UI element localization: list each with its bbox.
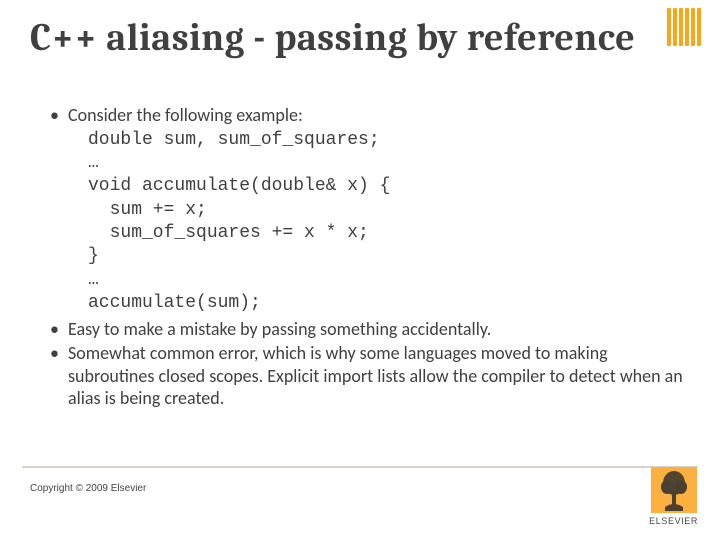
accent-bar [667, 8, 671, 46]
slide-body: Consider the following example: double s… [48, 104, 690, 412]
accent-bar [679, 8, 683, 46]
publisher-name: ELSEVIER [649, 516, 698, 526]
accent-bars [667, 8, 701, 46]
bullet-item: Somewhat common error, which is why some… [48, 342, 690, 410]
bullet-text: Easy to make a mistake by passing someth… [68, 318, 491, 340]
accent-bar [691, 8, 695, 46]
bullet-list: Consider the following example: [48, 104, 690, 127]
bullet-text: Consider the following example: [68, 104, 303, 126]
accent-bar [685, 8, 689, 46]
bullet-item: Easy to make a mistake by passing someth… [48, 318, 690, 341]
publisher-logo: ELSEVIER [649, 467, 698, 526]
bullet-item: Consider the following example: [48, 104, 690, 127]
bullet-text: Somewhat common error, which is why some… [68, 342, 683, 409]
accent-bar [673, 8, 677, 46]
slide-title: C++ aliasing - passing by reference [30, 18, 690, 60]
elsevier-tree-icon [651, 467, 697, 513]
accent-bar [697, 8, 701, 46]
bullet-list: Easy to make a mistake by passing someth… [48, 318, 690, 410]
copyright: Copyright © 2009 Elsevier [30, 483, 146, 494]
footer-rule [22, 466, 698, 468]
slide: C++ aliasing - passing by reference Cons… [0, 0, 720, 540]
code-example: double sum, sum_of_squares; … void accum… [88, 129, 690, 316]
